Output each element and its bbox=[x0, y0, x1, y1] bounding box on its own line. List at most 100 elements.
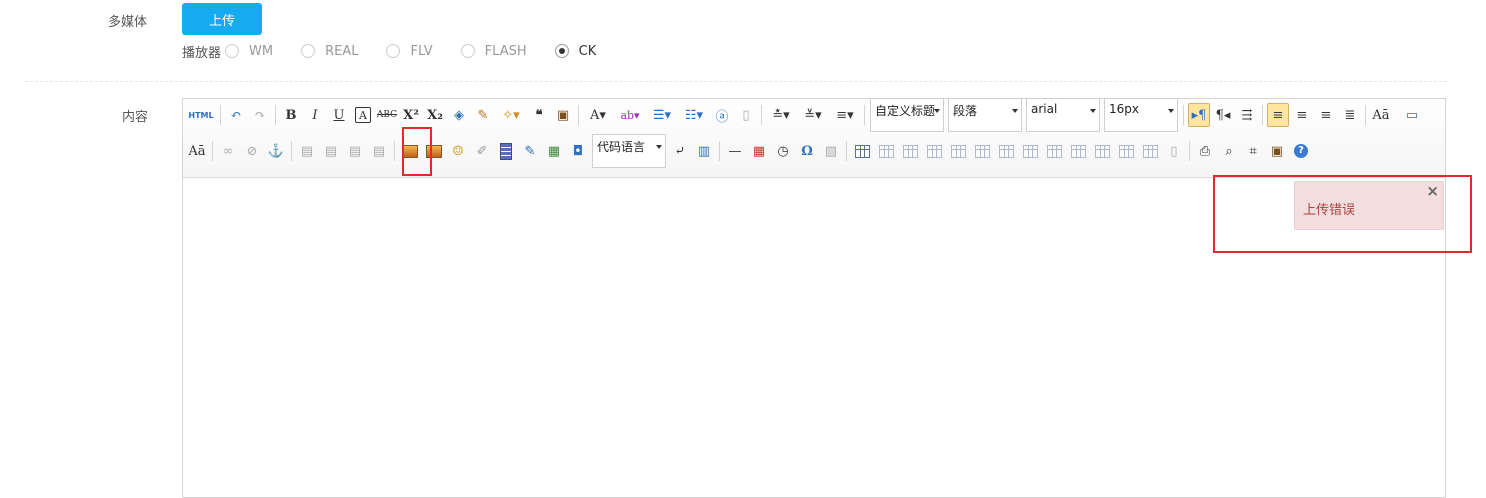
preview-icon[interactable]: ⌕ bbox=[1218, 139, 1240, 163]
radio-wm[interactable]: WM bbox=[225, 44, 273, 59]
fullscreen-icon[interactable]: ▭ bbox=[1401, 103, 1423, 127]
radio-flash[interactable]: FLASH bbox=[460, 43, 527, 59]
insert-table-icon[interactable] bbox=[851, 139, 873, 163]
radio-ck[interactable]: CK bbox=[554, 44, 596, 59]
merge-right-icon[interactable] bbox=[1043, 139, 1065, 163]
image-gallery-icon[interactable]: ▦ bbox=[543, 139, 565, 163]
font-family-select[interactable]: arial bbox=[1026, 98, 1100, 132]
font-color-icon[interactable]: A▾ bbox=[583, 103, 613, 127]
close-icon[interactable]: × bbox=[1426, 182, 1439, 200]
chart-icon[interactable]: ▯ bbox=[1163, 139, 1185, 163]
image-left-icon[interactable]: ▤ bbox=[320, 139, 342, 163]
direction-ltr-icon[interactable]: ▸¶ bbox=[1188, 103, 1210, 127]
select-all-icon[interactable]: ⓐ bbox=[711, 103, 733, 127]
radio-checked-icon[interactable] bbox=[554, 44, 569, 58]
word-image-icon[interactable]: ▧ bbox=[820, 139, 842, 163]
align-center-icon[interactable]: ≡ bbox=[1291, 103, 1313, 127]
image-center-icon[interactable]: ▤ bbox=[368, 139, 390, 163]
auto-format-icon[interactable]: ✧▾ bbox=[496, 103, 526, 127]
radio-flv[interactable]: FLV bbox=[386, 44, 433, 59]
attachment-icon[interactable]: ✎ bbox=[519, 139, 541, 163]
superscript-icon[interactable]: X² bbox=[400, 103, 422, 127]
radio-circle-icon[interactable] bbox=[460, 44, 475, 58]
image-right-icon[interactable]: ▤ bbox=[344, 139, 366, 163]
drafts-icon[interactable]: ▣ bbox=[1266, 139, 1288, 163]
delete-table-icon[interactable] bbox=[875, 139, 897, 163]
eraser-icon[interactable]: ◈ bbox=[448, 103, 470, 127]
row-spacing-bottom-icon[interactable]: ≚▾ bbox=[798, 103, 828, 127]
subscript-icon[interactable]: X₂ bbox=[424, 103, 446, 127]
section-divider bbox=[25, 81, 1447, 82]
highlight-color-icon[interactable]: ab▾ bbox=[615, 103, 645, 127]
lowercase-icon[interactable]: Aā bbox=[186, 139, 208, 163]
indent-icon[interactable]: ⇶ bbox=[1236, 103, 1258, 127]
paragraph-select[interactable]: 段落 bbox=[948, 98, 1022, 132]
undo-icon[interactable]: ↶ bbox=[225, 103, 247, 127]
help-icon[interactable]: ? bbox=[1290, 139, 1312, 163]
map-icon[interactable]: ◘ bbox=[567, 139, 589, 163]
radio-circle-icon[interactable] bbox=[225, 44, 240, 58]
format-brush-icon[interactable]: ✎ bbox=[472, 103, 494, 127]
date-icon[interactable]: ▦ bbox=[748, 139, 770, 163]
editor-toolbar: HTML ↶ ↷ B I U A ABC X² X₂ ◈ ✎ ✧▾ ❝ ▣ A▾… bbox=[183, 98, 1445, 178]
insert-paragraph-before-table-icon[interactable] bbox=[899, 139, 921, 163]
page-break-icon[interactable]: ⤶ bbox=[669, 139, 691, 163]
line-height-icon[interactable]: ≡▾ bbox=[830, 103, 860, 127]
merge-down-icon[interactable] bbox=[1067, 139, 1089, 163]
italic-icon[interactable]: I bbox=[304, 103, 326, 127]
toolbar-separator bbox=[1183, 105, 1184, 125]
font-border-icon[interactable]: A bbox=[355, 107, 371, 123]
radio-label: FLASH bbox=[484, 43, 527, 59]
time-icon[interactable]: ◷ bbox=[772, 139, 794, 163]
uppercase-icon[interactable]: Aā bbox=[1370, 103, 1392, 127]
clear-doc-icon[interactable]: ▯ bbox=[735, 103, 757, 127]
delete-row-icon[interactable] bbox=[947, 139, 969, 163]
radio-real[interactable]: REAL bbox=[301, 44, 358, 59]
delete-col-icon[interactable] bbox=[995, 139, 1017, 163]
upload-button[interactable]: 上传 bbox=[182, 3, 262, 35]
horizontal-rule-icon[interactable]: — bbox=[724, 139, 746, 163]
split-cells-icon[interactable] bbox=[1091, 139, 1113, 163]
code-language-select[interactable]: 代码语言 bbox=[592, 134, 666, 168]
strikethrough-icon[interactable]: ABC bbox=[376, 103, 398, 127]
custom-heading-select[interactable]: 自定义标题 bbox=[870, 98, 944, 132]
template-icon[interactable]: ▥ bbox=[693, 139, 715, 163]
redo-icon[interactable]: ↷ bbox=[249, 103, 271, 127]
paste-plain-icon[interactable]: ▣ bbox=[552, 103, 574, 127]
unordered-list-icon[interactable]: ☷▾ bbox=[679, 103, 709, 127]
special-chars-icon[interactable]: Ω bbox=[796, 139, 818, 163]
radio-circle-icon[interactable] bbox=[386, 44, 401, 58]
toolbar-row-2: Aā ∞ ⊘ ⚓ ▤ ▤ ▤ ▤ ☺ ✐ ✎ ▦ ◘ 代码语言 ⤶ ▥ — ▦ … bbox=[185, 134, 1313, 168]
html-source-button[interactable]: HTML bbox=[186, 103, 216, 127]
image-none-icon[interactable]: ▤ bbox=[296, 139, 318, 163]
split-cols-icon[interactable] bbox=[1139, 139, 1161, 163]
scrawl-icon[interactable]: ✐ bbox=[471, 139, 493, 163]
table-icon bbox=[854, 144, 870, 158]
direction-rtl-icon[interactable]: ¶◂ bbox=[1212, 103, 1234, 127]
ordered-list-icon[interactable]: ☰▾ bbox=[647, 103, 677, 127]
table-icon bbox=[1022, 144, 1038, 158]
align-right-icon[interactable]: ≡ bbox=[1315, 103, 1337, 127]
unlink-icon[interactable]: ⊘ bbox=[241, 139, 263, 163]
toolbar-separator bbox=[864, 105, 865, 125]
row-spacing-top-icon[interactable]: ≛▾ bbox=[766, 103, 796, 127]
radio-circle-icon[interactable] bbox=[301, 44, 316, 58]
insert-video-icon[interactable] bbox=[495, 139, 517, 163]
search-replace-icon[interactable]: ⌗ bbox=[1242, 139, 1264, 163]
bold-icon[interactable]: B bbox=[280, 103, 302, 127]
link-icon[interactable]: ∞ bbox=[217, 139, 239, 163]
insert-row-icon[interactable] bbox=[923, 139, 945, 163]
film-icon bbox=[500, 142, 512, 160]
align-left-icon[interactable]: ≡ bbox=[1267, 103, 1289, 127]
anchor-icon[interactable]: ⚓ bbox=[265, 139, 287, 163]
underline-icon[interactable]: U bbox=[328, 103, 350, 127]
align-justify-icon[interactable]: ≣ bbox=[1339, 103, 1361, 127]
print-icon[interactable]: ⎙ bbox=[1194, 139, 1216, 163]
font-size-select[interactable]: 16px bbox=[1104, 98, 1178, 132]
emotion-icon[interactable]: ☺ bbox=[447, 139, 469, 163]
merge-cells-icon[interactable] bbox=[1019, 139, 1041, 163]
split-rows-icon[interactable] bbox=[1115, 139, 1137, 163]
blockquote-icon[interactable]: ❝ bbox=[528, 103, 550, 127]
toolbar-separator bbox=[846, 141, 847, 161]
insert-col-icon[interactable] bbox=[971, 139, 993, 163]
